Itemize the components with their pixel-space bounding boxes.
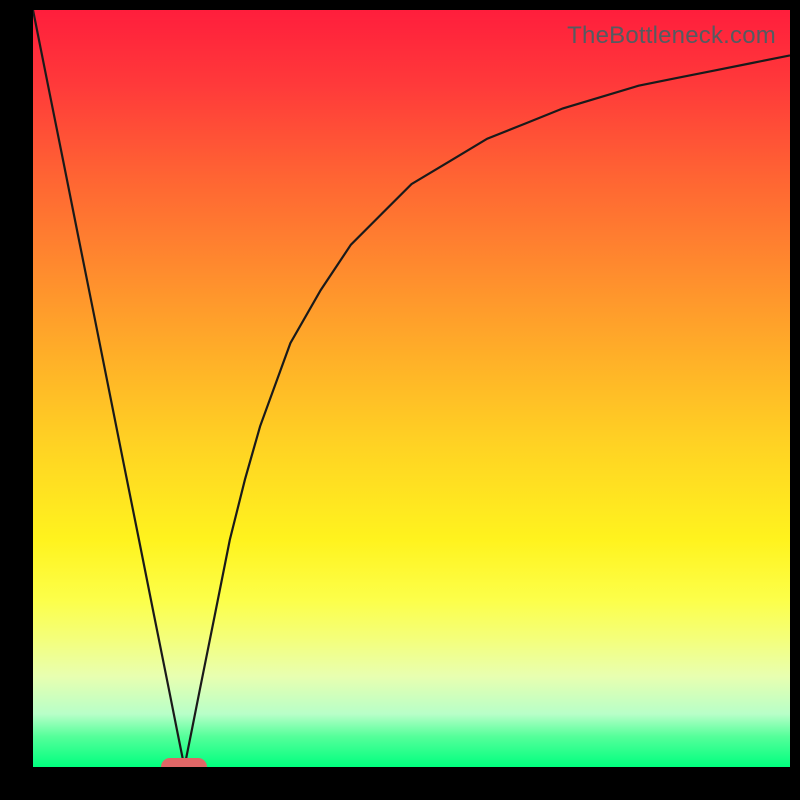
bottleneck-curve [33, 10, 790, 767]
plot-area: TheBottleneck.com [33, 10, 790, 767]
curve-path [33, 10, 790, 767]
optimum-marker [161, 758, 207, 767]
chart-frame: TheBottleneck.com [0, 0, 800, 800]
